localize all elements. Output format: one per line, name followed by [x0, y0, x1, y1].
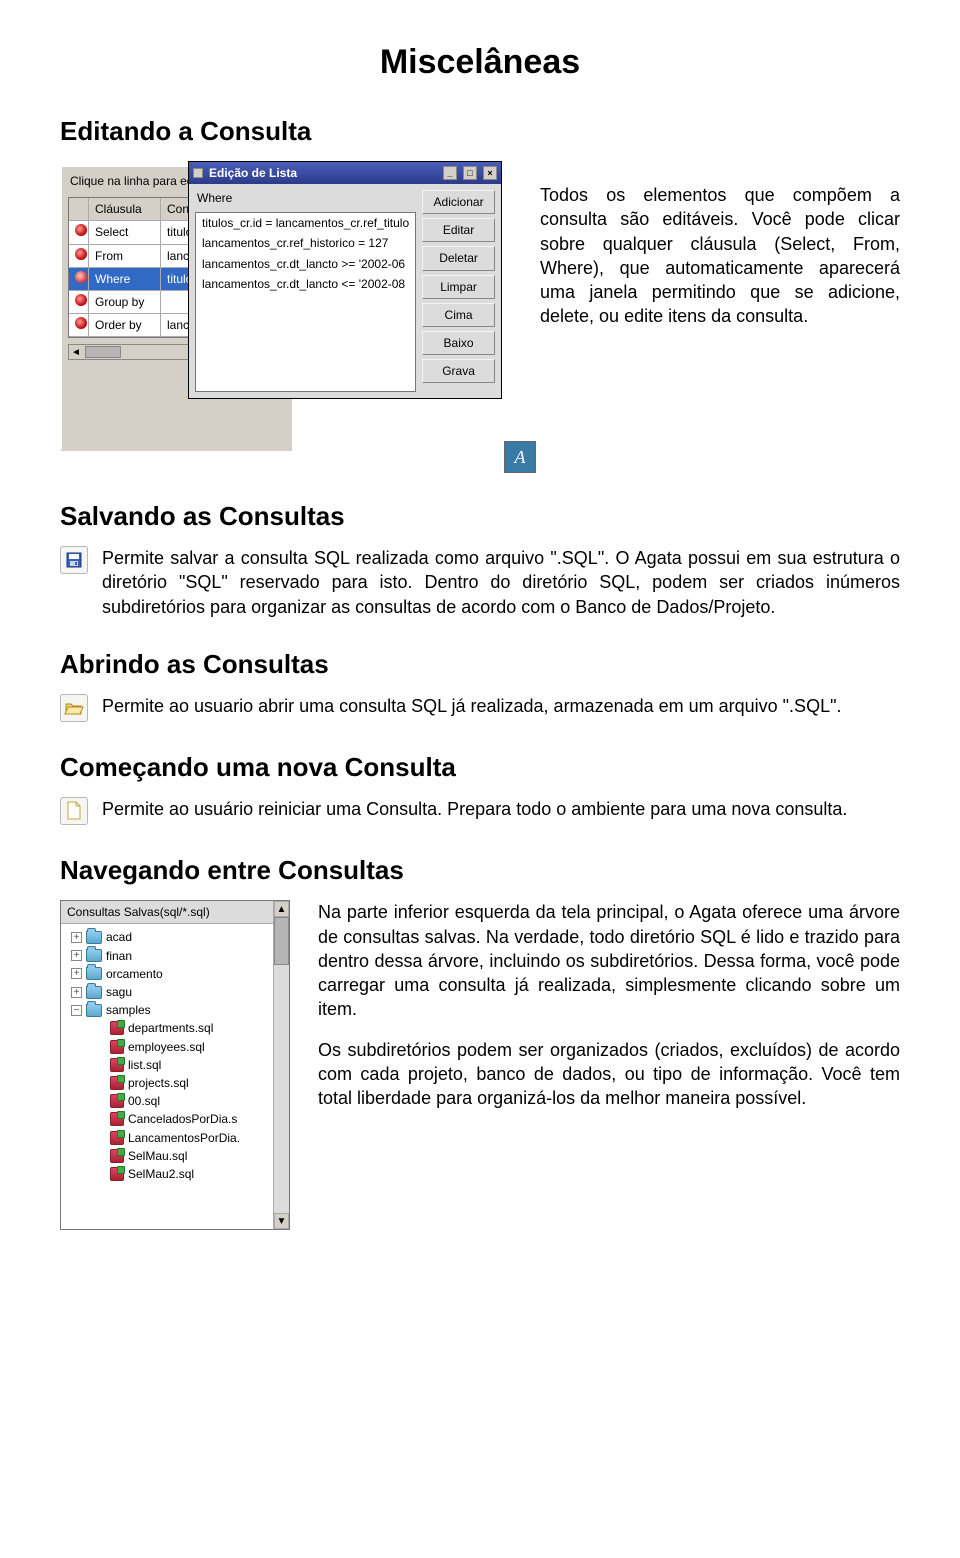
status-dot-icon: [75, 248, 87, 260]
tree-folder-open[interactable]: − samples: [65, 1001, 285, 1019]
scroll-left-icon[interactable]: ◄: [69, 346, 83, 360]
tree-folder[interactable]: + orcamento: [65, 965, 285, 983]
sql-file-icon: [110, 1149, 124, 1163]
window-menu-icon[interactable]: [193, 168, 203, 178]
tree-file[interactable]: departments.sql: [65, 1019, 285, 1037]
tree-file[interactable]: CanceladosPorDia.s: [65, 1110, 285, 1128]
vertical-scrollbar[interactable]: ▲ ▼: [273, 901, 289, 1229]
move-down-button[interactable]: Baixo: [422, 331, 495, 355]
status-dot-icon: [75, 317, 87, 329]
tree-folder[interactable]: + finan: [65, 947, 285, 965]
status-dot-icon: [75, 224, 87, 236]
page-title: Miscelâneas: [60, 40, 900, 86]
close-button[interactable]: ×: [483, 166, 497, 180]
folder-icon: [86, 986, 102, 999]
saved-queries-tree: Consultas Salvas(sql/*.sql) + acad + fin…: [60, 900, 290, 1230]
sql-file-icon: [110, 1131, 124, 1145]
list-item[interactable]: lancamentos_cr.ref_historico = 127: [196, 233, 415, 253]
folder-icon: [86, 967, 102, 980]
sql-file-icon: [110, 1167, 124, 1181]
expand-icon[interactable]: +: [71, 987, 82, 998]
heading-new: Começando uma nova Consulta: [60, 750, 900, 785]
tree-title: Consultas Salvas(sql/*.sql): [61, 901, 289, 924]
scroll-down-icon[interactable]: ▼: [274, 1213, 289, 1229]
scroll-thumb[interactable]: [274, 917, 289, 965]
sql-file-icon: [110, 1076, 124, 1090]
collapse-icon[interactable]: −: [71, 1005, 82, 1016]
add-button[interactable]: Adicionar: [422, 190, 495, 214]
delete-button[interactable]: Deletar: [422, 246, 495, 270]
tree-file[interactable]: SelMau2.sql: [65, 1165, 285, 1183]
tree-file[interactable]: employees.sql: [65, 1038, 285, 1056]
sql-file-icon: [110, 1094, 124, 1108]
list-item[interactable]: titulos_cr.id = lancamentos_cr.ref_titul…: [196, 213, 415, 233]
list-edit-dialog: Edição de Lista _ □ × Where titulos_cr.i…: [188, 161, 502, 399]
minimize-button[interactable]: _: [443, 166, 457, 180]
status-dot-icon: [75, 271, 87, 283]
status-dot-icon: [75, 294, 87, 306]
new-file-icon: [60, 797, 88, 825]
sql-file-icon: [110, 1040, 124, 1054]
nav-paragraph-2: Os subdiretórios podem ser organizados (…: [318, 1038, 900, 1111]
folder-icon: [86, 1004, 102, 1017]
heading-edit: Editando a Consulta: [60, 114, 900, 149]
expand-icon[interactable]: +: [71, 932, 82, 943]
folder-icon: [86, 931, 102, 944]
sql-file-icon: [110, 1112, 124, 1126]
tree-file[interactable]: list.sql: [65, 1056, 285, 1074]
sql-file-icon: [110, 1021, 124, 1035]
new-paragraph: Permite ao usuário reiniciar uma Consult…: [102, 797, 847, 821]
open-folder-icon: [60, 694, 88, 722]
list-item[interactable]: lancamentos_cr.dt_lancto >= '2002-06: [196, 254, 415, 274]
edit-paragraph: Todos os elementos que compõem a consult…: [540, 183, 900, 329]
field-label: Where: [195, 190, 416, 208]
tree-folder[interactable]: + sagu: [65, 983, 285, 1001]
dialog-title: Edição de Lista: [209, 165, 297, 181]
maximize-button[interactable]: □: [463, 166, 477, 180]
dialog-titlebar[interactable]: Edição de Lista _ □ ×: [189, 162, 501, 184]
heading-open: Abrindo as Consultas: [60, 647, 900, 682]
tree-file[interactable]: LancamentosPorDia.: [65, 1129, 285, 1147]
tree-file[interactable]: 00.sql: [65, 1092, 285, 1110]
folder-icon: [86, 949, 102, 962]
scroll-thumb[interactable]: [85, 346, 121, 358]
clear-button[interactable]: Limpar: [422, 275, 495, 299]
heading-nav: Navegando entre Consultas: [60, 853, 900, 888]
save-button[interactable]: Grava: [422, 359, 495, 383]
open-paragraph: Permite ao usuario abrir uma consulta SQ…: [102, 694, 841, 718]
agata-logo-icon: A: [504, 441, 536, 473]
tree-file[interactable]: SelMau.sql: [65, 1147, 285, 1165]
scroll-up-icon[interactable]: ▲: [274, 901, 289, 917]
where-listbox[interactable]: titulos_cr.id = lancamentos_cr.ref_titul…: [195, 212, 416, 392]
nav-paragraph-1: Na parte inferior esquerda da tela princ…: [318, 900, 900, 1021]
save-paragraph: Permite salvar a consulta SQL realizada …: [102, 546, 900, 619]
list-item[interactable]: lancamentos_cr.dt_lancto <= '2002-08: [196, 274, 415, 294]
screenshot-edit-dialog: Clique na linha para editar o con Cláusu…: [60, 161, 510, 471]
col-clause[interactable]: Cláusula: [89, 198, 161, 221]
tree-file[interactable]: projects.sql: [65, 1074, 285, 1092]
expand-icon[interactable]: +: [71, 968, 82, 979]
move-up-button[interactable]: Cima: [422, 303, 495, 327]
save-icon: [60, 546, 88, 574]
sql-file-icon: [110, 1058, 124, 1072]
edit-button[interactable]: Editar: [422, 218, 495, 242]
tree-folder[interactable]: + acad: [65, 928, 285, 946]
expand-icon[interactable]: +: [71, 950, 82, 961]
heading-save: Salvando as Consultas: [60, 499, 900, 534]
